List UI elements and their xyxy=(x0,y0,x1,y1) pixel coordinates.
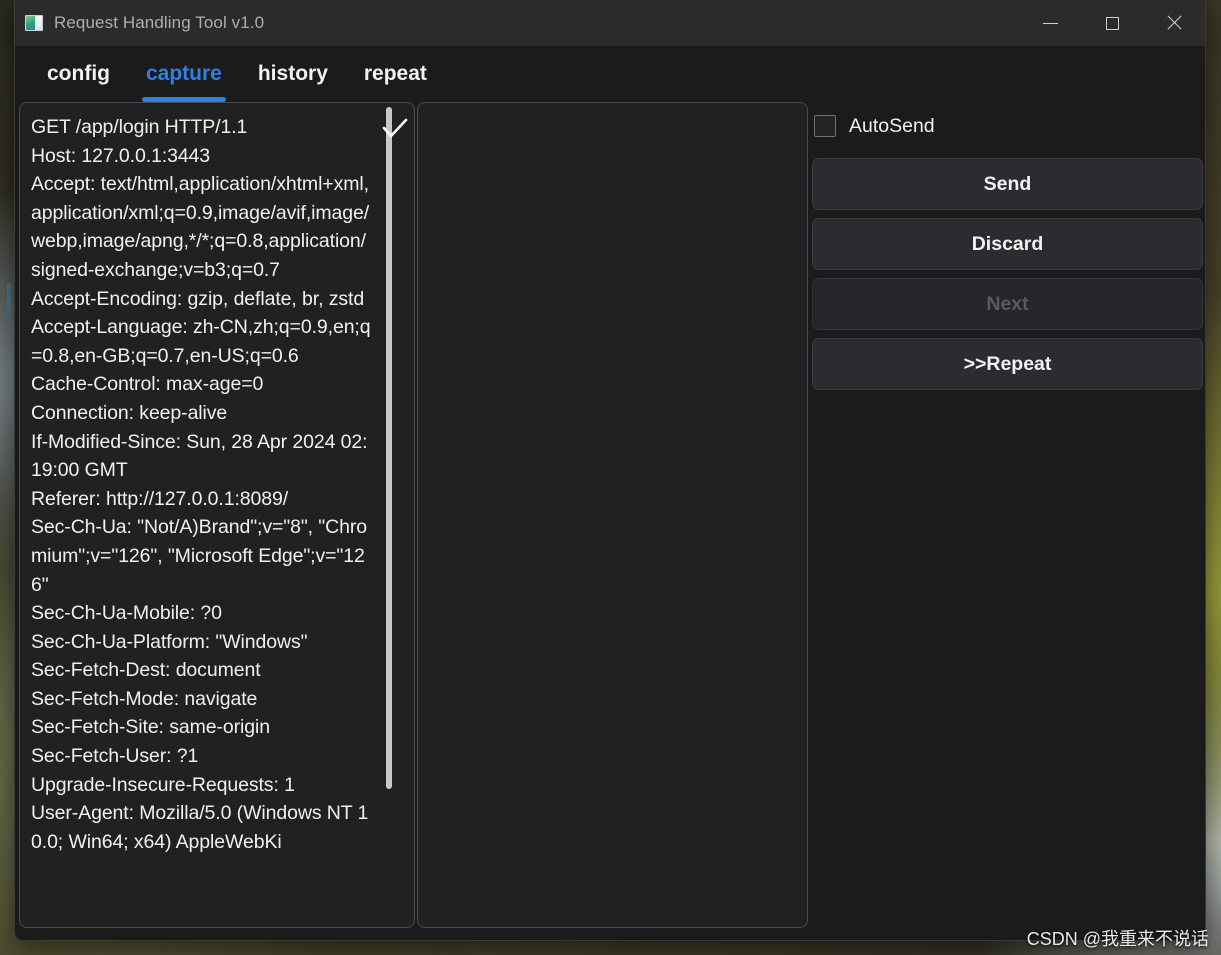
autosend-label: AutoSend xyxy=(849,114,935,137)
send-button-label: Send xyxy=(983,172,1032,195)
screen-edge-handle[interactable] xyxy=(7,283,11,315)
close-button[interactable] xyxy=(1143,0,1205,46)
autosend-checkbox[interactable] xyxy=(814,115,836,137)
repeat-button-label: >>Repeat xyxy=(963,352,1052,375)
desktop-background: Request Handling Tool v1.0 config captur… xyxy=(0,0,1221,955)
response-panel[interactable] xyxy=(417,102,808,928)
maximize-icon xyxy=(1105,16,1119,30)
send-button[interactable]: Send xyxy=(812,158,1203,210)
tab-config[interactable]: config xyxy=(29,46,128,102)
tab-content-capture: GET /app/login HTTP/1.1 Host: 127.0.0.1:… xyxy=(15,102,1205,940)
tab-repeat-label: repeat xyxy=(363,62,427,85)
tab-capture-label: capture xyxy=(146,62,222,85)
minimize-button[interactable] xyxy=(1019,0,1081,46)
repeat-button[interactable]: >>Repeat xyxy=(812,338,1203,390)
next-button: Next xyxy=(812,278,1203,330)
title-bar[interactable]: Request Handling Tool v1.0 xyxy=(15,0,1205,46)
tab-config-label: config xyxy=(47,62,110,85)
control-panel: AutoSend Send Discard Next >>Repeat xyxy=(812,102,1203,928)
tab-repeat[interactable]: repeat xyxy=(346,46,445,102)
request-panel[interactable]: GET /app/login HTTP/1.1 Host: 127.0.0.1:… xyxy=(19,102,415,928)
request-text-area[interactable]: GET /app/login HTTP/1.1 Host: 127.0.0.1:… xyxy=(31,113,371,856)
app-icon-right-pane xyxy=(36,16,42,30)
tab-bar: config capture history repeat xyxy=(15,46,1205,102)
checkmark-icon[interactable] xyxy=(380,117,410,141)
next-button-label: Next xyxy=(986,292,1029,315)
tab-capture[interactable]: capture xyxy=(128,46,240,102)
app-window-icon xyxy=(25,15,43,31)
watermark: CSDN @我重来不说话 xyxy=(1026,929,1209,949)
tab-history-label: history xyxy=(257,62,328,85)
window-title: Request Handling Tool v1.0 xyxy=(54,13,265,32)
maximize-button[interactable] xyxy=(1081,0,1143,46)
request-scrollbar-thumb[interactable] xyxy=(386,107,392,789)
app-icon-left-pane xyxy=(26,16,36,30)
application-window: Request Handling Tool v1.0 config captur… xyxy=(14,0,1206,941)
tab-history[interactable]: history xyxy=(240,46,346,102)
autosend-row[interactable]: AutoSend xyxy=(812,102,1203,150)
close-icon xyxy=(1166,15,1182,31)
discard-button-label: Discard xyxy=(971,232,1044,255)
minimize-icon xyxy=(1042,22,1058,24)
window-controls xyxy=(1019,0,1205,46)
discard-button[interactable]: Discard xyxy=(812,218,1203,270)
